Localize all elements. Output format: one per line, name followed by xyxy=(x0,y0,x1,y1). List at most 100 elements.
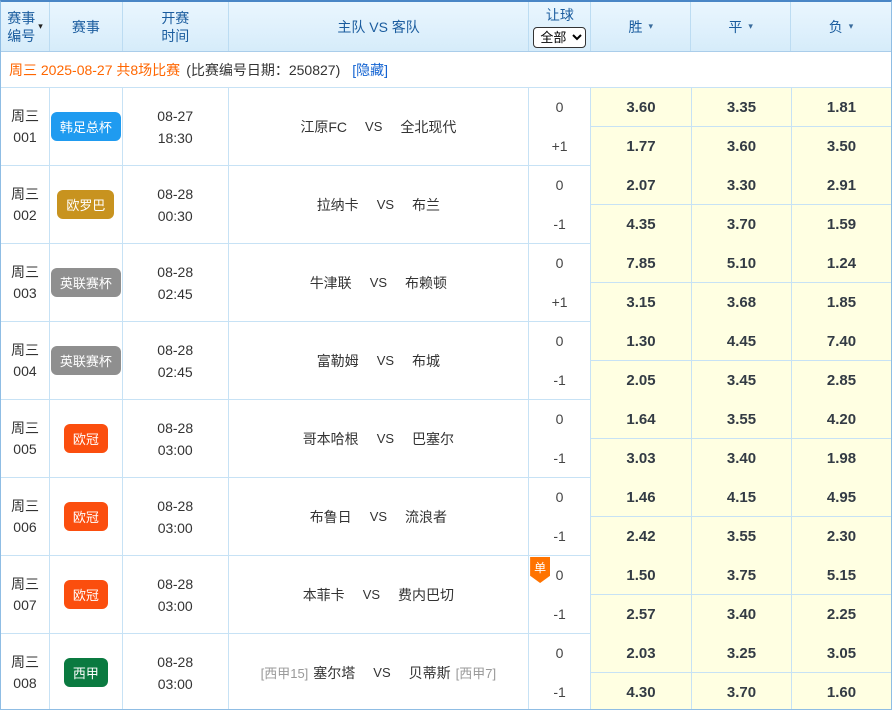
odds-win[interactable]: 1.30 xyxy=(591,322,691,361)
header-draw[interactable]: 平 ▾ xyxy=(691,2,791,51)
match-no: 003 xyxy=(13,283,36,304)
lose-sort-arrow-icon[interactable]: ▾ xyxy=(849,21,854,32)
odds-win[interactable]: 2.05 xyxy=(591,361,691,400)
odds-draw[interactable]: 3.70 xyxy=(691,205,791,244)
odds-win[interactable]: 2.07 xyxy=(591,166,691,205)
odds-draw[interactable]: 3.45 xyxy=(691,361,791,400)
odds-draw[interactable]: 3.35 xyxy=(691,88,791,127)
odds-draw[interactable]: 3.68 xyxy=(691,283,791,322)
teams-cell: 哥本哈根 VS 巴塞尔 xyxy=(229,400,529,477)
odds-win[interactable]: 2.03 xyxy=(591,634,691,673)
odds-lose[interactable]: 1.24 xyxy=(791,244,891,283)
odds-win[interactable]: 1.46 xyxy=(591,478,691,517)
odds-draw[interactable]: 3.30 xyxy=(691,166,791,205)
odds-draw[interactable]: 3.75 xyxy=(691,556,791,595)
odds-draw[interactable]: 5.10 xyxy=(691,244,791,283)
header-league: 赛事 xyxy=(50,2,123,51)
odds-win[interactable]: 4.30 xyxy=(591,673,691,710)
odds-lose[interactable]: 3.05 xyxy=(791,634,891,673)
match-no: 001 xyxy=(13,127,36,148)
header-win[interactable]: 胜 ▾ xyxy=(591,2,691,51)
match-no: 006 xyxy=(13,517,36,538)
start-time: 08-28 03:00 xyxy=(123,634,229,710)
odds-lose[interactable]: 4.20 xyxy=(791,400,891,439)
odds-lose[interactable]: 4.95 xyxy=(791,478,891,517)
odds-lose[interactable]: 1.60 xyxy=(791,673,891,710)
header-handicap: 让球 全部 xyxy=(529,2,591,51)
odds-lose[interactable]: 2.30 xyxy=(791,517,891,556)
match-time: 18:30 xyxy=(158,127,193,149)
odds-win[interactable]: 3.60 xyxy=(591,88,691,127)
header-match-number[interactable]: 赛事 编号 ▾ xyxy=(1,2,50,51)
vs-label: VS xyxy=(370,509,387,524)
odds-draw[interactable]: 3.40 xyxy=(691,595,791,634)
match-number: 周三 003 xyxy=(1,244,50,321)
odds-win[interactable]: 1.50 xyxy=(591,556,691,595)
odds-draw[interactable]: 3.55 xyxy=(691,400,791,439)
handicap-cell: 0 +1 xyxy=(529,88,591,165)
odds-lose[interactable]: 3.50 xyxy=(791,127,891,166)
handicap-value: +1 xyxy=(529,283,590,322)
odds-lose[interactable]: 7.40 xyxy=(791,322,891,361)
match-time: 02:45 xyxy=(158,283,193,305)
odds-win[interactable]: 1.77 xyxy=(591,127,691,166)
odds-win[interactable]: 7.85 xyxy=(591,244,691,283)
odds-draw[interactable]: 4.15 xyxy=(691,478,791,517)
date-summary: 周三 2025-08-27 共8场比赛 xyxy=(9,60,180,80)
handicap-value: 0 xyxy=(529,88,590,127)
home-team: 布鲁日 xyxy=(310,507,352,527)
table-header: 赛事 编号 ▾ 赛事 开赛 时间 主队 VS 客队 让球 全部 胜 ▾ 平 ▾ … xyxy=(1,2,891,52)
odds-draw[interactable]: 3.40 xyxy=(691,439,791,478)
match-no: 007 xyxy=(13,595,36,616)
issue-number-note: (比赛编号日期：250827) xyxy=(186,60,340,80)
odds-win[interactable]: 2.42 xyxy=(591,517,691,556)
handicap-value: -1 xyxy=(529,205,590,244)
odds-win[interactable]: 1.64 xyxy=(591,400,691,439)
odds-win[interactable]: 3.03 xyxy=(591,439,691,478)
date-summary-bar: 周三 2025-08-27 共8场比赛 (比赛编号日期：250827) [隐藏] xyxy=(1,52,891,87)
match-day: 周三 xyxy=(11,262,39,283)
handicap-value: 0 xyxy=(529,322,590,361)
hide-link[interactable]: [隐藏] xyxy=(352,60,388,80)
odds-draw[interactable]: 3.60 xyxy=(691,127,791,166)
away-team: 布城 xyxy=(412,351,440,371)
teams-cell: 富勒姆 VS 布城 xyxy=(229,322,529,399)
home-team: 牛津联 xyxy=(310,273,352,293)
league-badge: 欧冠 xyxy=(64,424,108,453)
odds-lose[interactable]: 1.85 xyxy=(791,283,891,322)
match-number: 周三 001 xyxy=(1,88,50,165)
odds-lose[interactable]: 2.85 xyxy=(791,361,891,400)
match-no: 008 xyxy=(13,673,36,694)
start-time: 08-28 03:00 xyxy=(123,400,229,477)
header-lose[interactable]: 负 ▾ xyxy=(791,2,891,51)
match-date: 08-28 xyxy=(157,651,193,673)
home-team: 江原FC xyxy=(300,117,347,137)
odds-lose[interactable]: 2.91 xyxy=(791,166,891,205)
odds-win[interactable]: 2.57 xyxy=(591,595,691,634)
league-cell: 英联赛杯 xyxy=(50,244,123,321)
vs-label: VS xyxy=(365,119,382,134)
odds-draw[interactable]: 3.25 xyxy=(691,634,791,673)
header-win-label: 胜 xyxy=(629,17,643,37)
odds-lose[interactable]: 2.25 xyxy=(791,595,891,634)
league-badge: 西甲 xyxy=(64,658,108,687)
sort-arrow-icon[interactable]: ▾ xyxy=(38,21,43,32)
odds-grid: 2.07 3.30 2.91 4.35 3.70 1.59 xyxy=(591,166,891,243)
odds-lose[interactable]: 5.15 xyxy=(791,556,891,595)
draw-sort-arrow-icon[interactable]: ▾ xyxy=(748,21,753,32)
odds-lose[interactable]: 1.98 xyxy=(791,439,891,478)
win-sort-arrow-icon[interactable]: ▾ xyxy=(649,21,654,32)
home-team: 富勒姆 xyxy=(317,351,359,371)
handicap-filter-select[interactable]: 全部 xyxy=(533,27,586,48)
odds-draw[interactable]: 3.55 xyxy=(691,517,791,556)
match-no: 005 xyxy=(13,439,36,460)
odds-win[interactable]: 4.35 xyxy=(591,205,691,244)
odds-lose[interactable]: 1.59 xyxy=(791,205,891,244)
odds-draw[interactable]: 3.70 xyxy=(691,673,791,710)
odds-lose[interactable]: 1.81 xyxy=(791,88,891,127)
odds-win[interactable]: 3.15 xyxy=(591,283,691,322)
match-time: 03:00 xyxy=(158,595,193,617)
handicap-value: 0 xyxy=(529,400,590,439)
match-date: 08-27 xyxy=(157,105,193,127)
odds-draw[interactable]: 4.45 xyxy=(691,322,791,361)
